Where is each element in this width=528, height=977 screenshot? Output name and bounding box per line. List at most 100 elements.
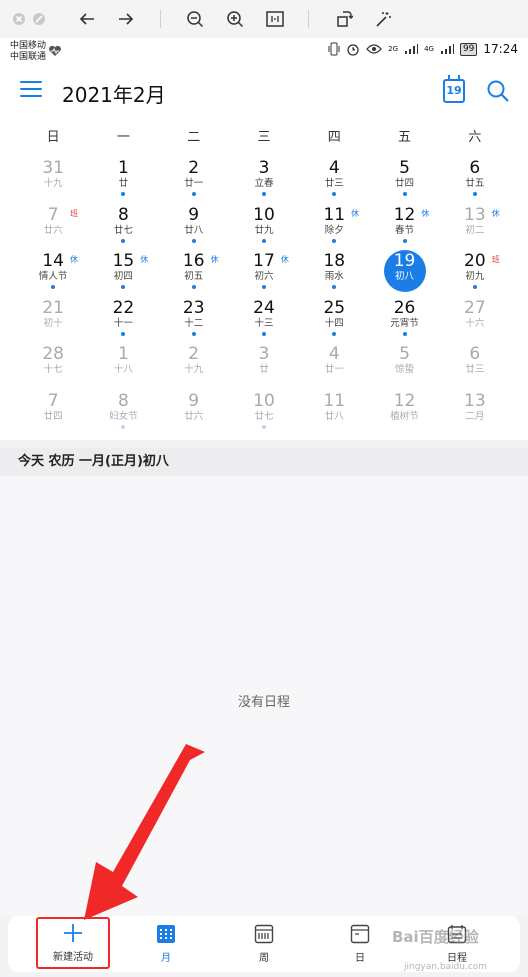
event-dot [472, 192, 477, 196]
calendar-day[interactable]: 6 廿五 [440, 158, 510, 205]
lunar-date: 廿三 [465, 364, 485, 375]
close-icon[interactable] [8, 8, 30, 30]
calendar-day[interactable]: 9 廿八 [159, 205, 229, 252]
event-dot [261, 238, 266, 243]
calendar-day[interactable]: 6 廿三 [440, 344, 510, 391]
calendar-day[interactable]: 3廿 [229, 344, 299, 391]
calendar-day[interactable]: 18 雨水 [299, 251, 369, 298]
watermark-url: jingyan.baidu.com [404, 962, 488, 972]
weekday-fri: 五 [398, 130, 412, 145]
month-title[interactable]: 2021年2月 [62, 79, 166, 108]
back-arrow-icon[interactable] [76, 8, 98, 30]
calendar-day[interactable]: 31 十九 [18, 158, 88, 205]
calendar-day[interactable]: 25 十四 [299, 298, 369, 345]
menu-icon[interactable] [20, 81, 42, 101]
tab-week[interactable]: 周 [230, 920, 298, 968]
calendar-day[interactable]: 4 廿三 [299, 158, 369, 205]
calendar-day[interactable]: 13 二月 [440, 391, 510, 438]
day-number: 19 [393, 251, 416, 271]
zoom-in-icon[interactable] [224, 8, 246, 30]
event-dot [191, 331, 196, 336]
event-dot [261, 285, 266, 289]
calendar-day[interactable]: 12 植树节 [369, 391, 439, 438]
calendar-day[interactable]: 17 初六休 [229, 251, 299, 298]
calendar-day[interactable]: 1 十八 [88, 344, 158, 391]
calendar-day[interactable]: 24 十三 [229, 298, 299, 345]
lunar-date: 廿四 [395, 178, 415, 189]
event-dot [332, 285, 337, 289]
fit-screen-icon[interactable] [264, 8, 286, 30]
calendar-day[interactable]: 7 廿六班 [18, 205, 88, 252]
calendar-day[interactable]: 28 十七 [18, 344, 88, 391]
zoom-out-icon[interactable] [184, 8, 206, 30]
day-number: 13 [464, 390, 486, 411]
month-calendar: 日 一 二 三 四 五 六 31 十九 1 廿 2 廿一 3 立春 4 廿三 5 廿四 6 廿五 7 廿六班 8… [0, 118, 528, 440]
event-dot [121, 238, 126, 243]
calendar-day[interactable]: 11 廿八 [299, 391, 369, 438]
calendar-day[interactable]: 13 初二休 [440, 205, 510, 252]
calendar-day[interactable]: 10 廿七 [229, 391, 299, 438]
lunar-date: 二月 [465, 410, 485, 422]
day-number: 6 [469, 344, 481, 364]
watermark-brand: Bai百度经验 [392, 928, 479, 946]
carrier-2: 中国联通 [10, 52, 47, 62]
day-view-icon [350, 924, 370, 944]
today-calendar-icon[interactable]: 19 [443, 75, 465, 103]
new-event-button[interactable]: 新建活动 [36, 917, 110, 969]
calendar-day[interactable]: 4 廿一 [299, 344, 369, 391]
calendar-day[interactable]: 26 元宵节 [369, 298, 439, 345]
calendar-day[interactable]: 2 廿一 [159, 158, 229, 205]
calendar-day[interactable]: 23 十二 [159, 298, 229, 345]
lunar-date: 廿一 [324, 364, 344, 375]
lunar-date: 妇女节 [109, 410, 138, 422]
calendar-day[interactable]: 11 除夕休 [299, 205, 369, 252]
calendar-day[interactable]: 19 初八 [369, 250, 439, 298]
search-icon[interactable] [486, 79, 510, 103]
magic-wand-icon[interactable] [372, 8, 394, 30]
calendar-day[interactable]: 21 初十 [18, 298, 88, 345]
calendar-day[interactable]: 8 廿七 [88, 205, 158, 252]
calendar-day[interactable]: 7 廿四 [18, 391, 88, 438]
calendar-day[interactable]: 12 春节休 [369, 205, 439, 252]
rotate-icon[interactable] [333, 8, 355, 30]
lunar-date: 除夕 [324, 224, 344, 236]
calendar-day[interactable]: 3 立春 [229, 158, 299, 205]
lunar-date: 初二 [465, 224, 485, 236]
network-type-1: 2G [388, 45, 399, 53]
event-dot [472, 285, 477, 289]
calendar-day[interactable]: 5 廿四 [369, 158, 439, 205]
eye-icon [366, 44, 383, 54]
workday-badge: 班 [70, 208, 78, 218]
tab-day[interactable]: 日 [326, 920, 394, 968]
calendar-grid: 31 十九 1 廿 2 廿一 3 立春 4 廿三 5 廿四 6 廿五 7 廿六班 8 廿七 9 廿八 10 廿九 11 除夕休… [18, 158, 510, 437]
calendar-day[interactable]: 16 初五休 [159, 251, 229, 298]
lunar-date: 十六 [465, 317, 485, 329]
tab-month[interactable]: 月 [132, 920, 200, 968]
calendar-day[interactable]: 10 廿九 [229, 205, 299, 252]
lunar-date: 廿八 [324, 410, 344, 422]
day-number: 6 [469, 158, 481, 178]
calendar-day[interactable]: 9 廿六 [159, 391, 229, 438]
holiday-badge: 休 [70, 255, 78, 264]
calendar-day[interactable]: 2 十九 [159, 344, 229, 391]
lunar-date: 初四 [113, 271, 133, 282]
calendar-day[interactable]: 8 妇女节 [88, 391, 158, 438]
calendar-day[interactable]: 14 情人节休 [18, 251, 88, 298]
calendar-day[interactable]: 1廿 [88, 158, 158, 205]
lunar-date: 十四 [324, 317, 344, 329]
event-dot [121, 285, 126, 289]
calendar-day[interactable]: 27 十六 [440, 298, 510, 345]
event-dot [402, 238, 407, 243]
forward-arrow-icon[interactable] [115, 8, 137, 30]
empty-schedule-text: 没有日程 [237, 695, 290, 710]
calendar-day[interactable]: 22 十一 [88, 298, 158, 345]
lunar-date: 初五 [184, 271, 204, 282]
calendar-day[interactable]: 15 初四休 [88, 251, 158, 298]
calendar-day[interactable]: 20 初九班 [440, 251, 510, 298]
calendar-day[interactable]: 5 惊蛰 [369, 344, 439, 391]
event-dot [332, 238, 337, 243]
block-icon[interactable] [28, 8, 50, 30]
day-number: 25 [323, 297, 346, 318]
day-number: 27 [464, 297, 486, 318]
event-dot [51, 285, 56, 289]
